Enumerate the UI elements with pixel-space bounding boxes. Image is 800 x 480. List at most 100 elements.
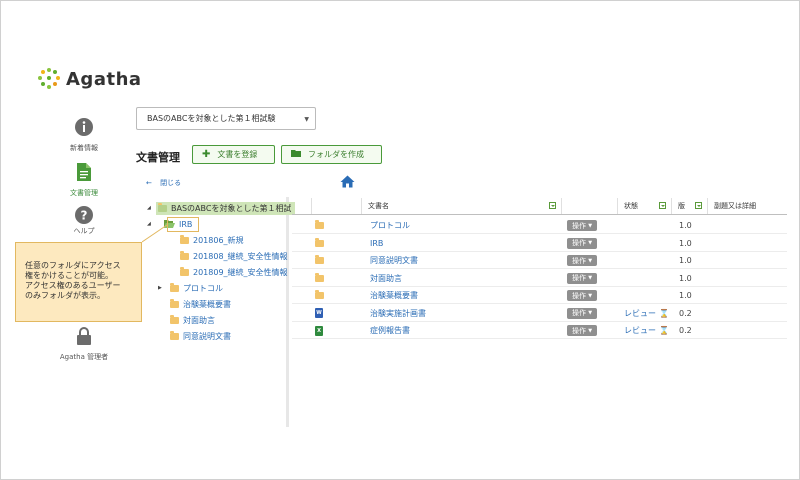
chevron-down-icon: ▼ [588, 310, 593, 316]
col-header-detail: 副題又は詳細 [708, 198, 787, 214]
home-icon[interactable] [340, 173, 355, 192]
filter-icon[interactable] [549, 202, 556, 209]
row-version: 1.0 [679, 270, 692, 287]
document-name-link[interactable]: 対面助言 [370, 273, 402, 284]
tree-item-201808[interactable]: 201808_継続_安全性情報 [180, 249, 288, 263]
arrow-left-icon: ← [146, 179, 152, 187]
svg-text:?: ? [81, 209, 88, 223]
lock-icon [74, 326, 94, 346]
col-header-name[interactable]: 文書名 [362, 198, 562, 214]
row-type-icon [315, 270, 329, 287]
row-type-icon: X [315, 322, 329, 339]
page-title: 文書管理 [136, 151, 180, 164]
col-header-status-label: 状態 [624, 202, 638, 210]
callout-note: 任意のフォルダにアクセス 権をかけることが可能。 アクセス権のあるユーザー のみ… [15, 242, 142, 322]
status-link[interactable]: レビュー [624, 308, 656, 319]
folder-icon [291, 149, 301, 160]
app-name: Agatha [66, 68, 142, 90]
col-header-op [562, 198, 618, 214]
table-row[interactable]: IRB 操作 ▼ 1.0 [292, 235, 787, 252]
folder-icon [180, 234, 189, 244]
plus-icon: ✚ [202, 149, 211, 160]
document-name-link[interactable]: 治験薬概要書 [370, 290, 418, 301]
study-select[interactable]: BASのABCを対象とした第１相試験 ▼ [136, 107, 316, 130]
callout-line: 任意のフォルダにアクセス [25, 261, 121, 270]
tree-item-consent[interactable]: 同意説明文書 [170, 329, 231, 343]
chevron-down-icon: ▼ [588, 292, 593, 299]
operation-button[interactable]: 操作 ▼ [567, 307, 598, 319]
nav-label-help: ヘルプ [73, 227, 95, 235]
row-op[interactable]: 操作 ▼ [567, 305, 598, 322]
nav-item-help[interactable]: ? ヘルプ [44, 205, 124, 236]
nav-item-news[interactable]: 新着情報 [44, 117, 124, 153]
tree-item-ib[interactable]: 治験薬概要書 [170, 297, 231, 311]
tree-toggle-icon: ◢ [147, 205, 151, 211]
nav-label-documents: 文書管理 [70, 189, 98, 197]
document-name-link[interactable]: 同意説明文書 [370, 255, 418, 266]
folder-icon [170, 298, 179, 308]
nav-item-admin[interactable]: Agatha 管理者 [44, 326, 124, 362]
nav-item-documents[interactable]: 文書管理 [44, 162, 124, 198]
row-name[interactable]: 症例報告書 [370, 322, 410, 339]
table-row[interactable]: W 治験実施計画書 操作 ▼ レビュー ⌛ 0.2 [292, 305, 787, 322]
tree-item-consultation[interactable]: 対面助言 [170, 313, 215, 327]
close-tree-label: 閉じる [160, 179, 182, 187]
row-status[interactable]: レビュー ⌛ [624, 322, 669, 339]
row-type-icon [315, 252, 329, 269]
filter-icon[interactable] [659, 202, 666, 209]
folder-icon [158, 202, 167, 212]
operation-button-label: 操作 [572, 309, 586, 317]
folder-icon [180, 266, 189, 276]
table-row[interactable]: プロトコル 操作 ▼ 1.0 [292, 217, 787, 234]
row-name[interactable]: プロトコル [370, 217, 410, 234]
row-op[interactable]: 操作 ▼ [567, 252, 598, 269]
table-row[interactable]: 治験薬概要書 操作 ▼ 1.0 [292, 287, 787, 304]
tree-item-201806[interactable]: 201806_新規 [180, 233, 244, 247]
filter-icon[interactable] [695, 202, 702, 209]
add-document-button[interactable]: ✚ 文書を登録 [192, 145, 275, 164]
row-op[interactable]: 操作 ▼ [567, 287, 598, 304]
col-header-version[interactable]: 版 [672, 198, 708, 214]
close-tree-link[interactable]: ← 閉じる [146, 178, 181, 188]
table-row[interactable]: 対面助言 操作 ▼ 1.0 [292, 270, 787, 287]
row-name[interactable]: 対面助言 [370, 270, 402, 287]
row-status[interactable]: レビュー ⌛ [624, 305, 669, 322]
callout-line: アクセス権のあるユーザー [25, 281, 121, 290]
row-type-icon: W [315, 305, 329, 322]
table-row[interactable]: X 症例報告書 操作 ▼ レビュー ⌛ 0.2 [292, 322, 787, 339]
tree-item-label: プロトコル [183, 283, 223, 293]
operation-button[interactable]: 操作 ▼ [567, 237, 598, 249]
tree-item-protocol[interactable]: ▶ プロトコル [158, 281, 223, 295]
version-value: 0.2 [679, 326, 692, 335]
col-header-status[interactable]: 状態 [618, 198, 672, 214]
row-op[interactable]: 操作 ▼ [567, 235, 598, 252]
tree-root[interactable]: ◢ BASのABCを対象とした第１相試験 [147, 201, 295, 215]
tree-item-label: 201808_継続_安全性情報 [193, 251, 288, 261]
row-name[interactable]: 治験薬概要書 [370, 287, 418, 304]
folder-icon [170, 330, 179, 340]
row-name[interactable]: 同意説明文書 [370, 252, 418, 269]
document-name-link[interactable]: プロトコル [370, 220, 410, 231]
operation-button[interactable]: 操作 ▼ [567, 255, 598, 266]
row-name[interactable]: 治験実施計画書 [370, 305, 426, 322]
row-op[interactable]: 操作 ▼ [567, 217, 598, 234]
app-logo: Agatha [38, 68, 142, 90]
row-name[interactable]: IRB [370, 235, 383, 252]
status-link[interactable]: レビュー [624, 325, 656, 336]
operation-button[interactable]: 操作 ▼ [567, 325, 598, 336]
document-name-link[interactable]: 治験実施計画書 [370, 308, 426, 319]
document-name-link[interactable]: 症例報告書 [370, 325, 410, 336]
row-op[interactable]: 操作 ▼ [567, 270, 598, 287]
operation-button[interactable]: 操作 ▼ [567, 272, 598, 284]
tree-item-201809[interactable]: 201809_継続_安全性情報 [180, 265, 288, 279]
col-header-detail-label: 副題又は詳細 [714, 202, 756, 210]
table-row[interactable]: 同意説明文書 操作 ▼ 1.0 [292, 252, 787, 269]
tree-root-selection: BASのABCを対象とした第１相試験 [156, 201, 295, 215]
operation-button[interactable]: 操作 ▼ [567, 290, 598, 301]
operation-button[interactable]: 操作 ▼ [567, 220, 598, 231]
operation-button-label: 操作 [572, 239, 586, 247]
folder-icon [170, 314, 179, 324]
row-op[interactable]: 操作 ▼ [567, 322, 598, 339]
document-name-link[interactable]: IRB [370, 239, 383, 248]
create-folder-button[interactable]: フォルダを作成 [281, 145, 382, 164]
